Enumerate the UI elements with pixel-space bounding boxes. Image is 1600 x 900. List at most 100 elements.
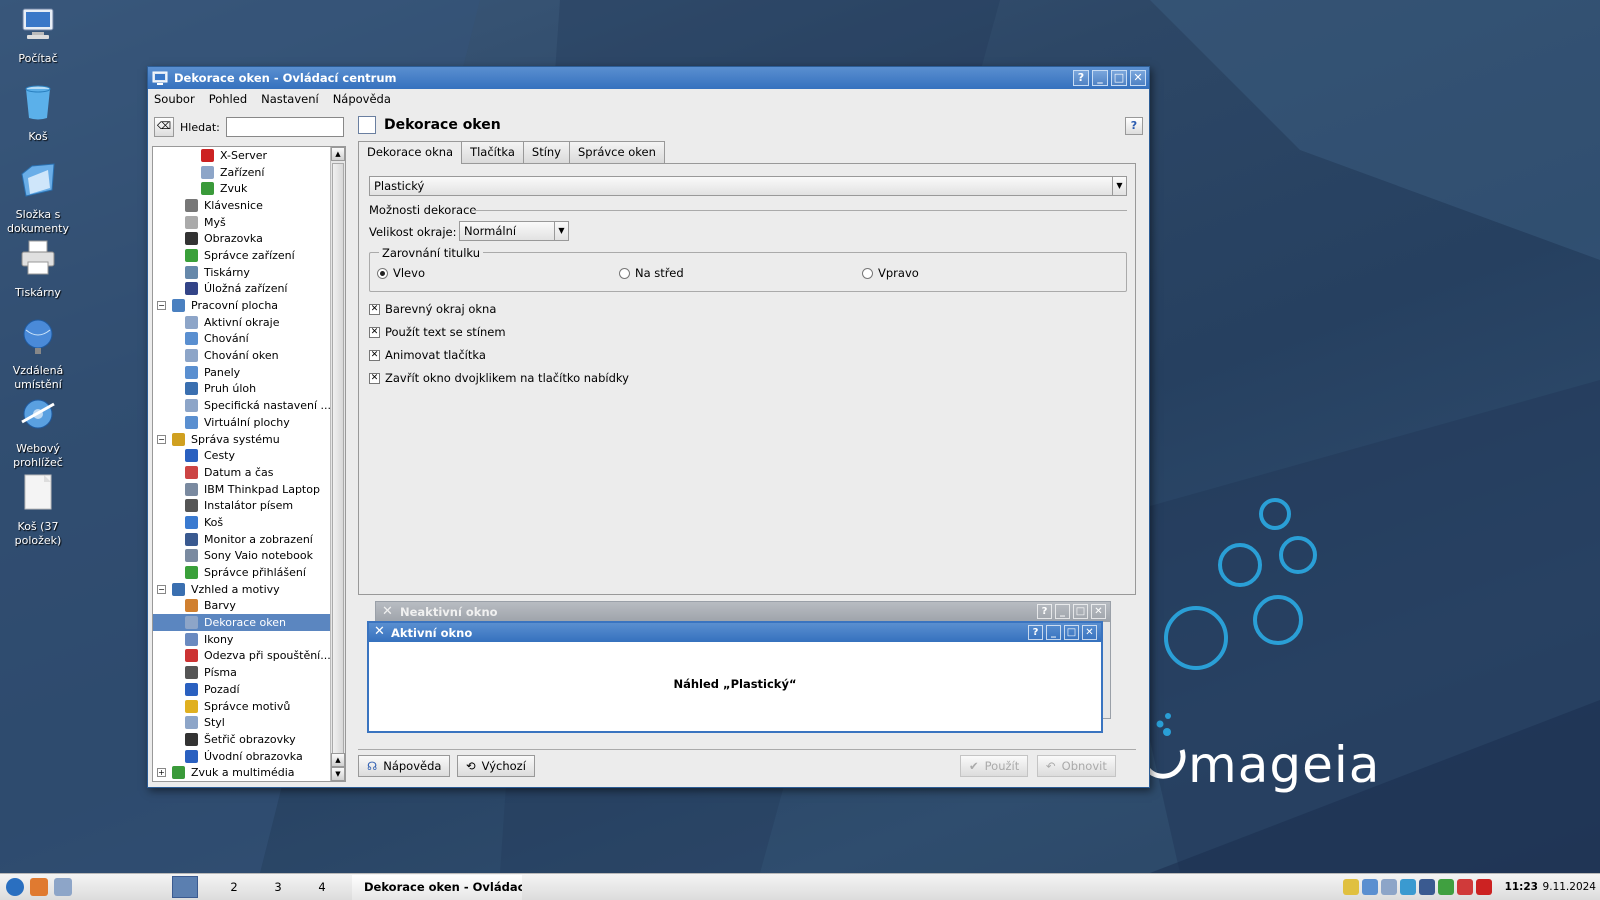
help-titlebar-button[interactable]: ? (1073, 70, 1089, 86)
tree-item[interactable]: Ikony (153, 631, 330, 648)
home-icon[interactable] (30, 878, 48, 896)
tree-item[interactable]: Chování oken (153, 347, 330, 364)
desktop-icon-remote[interactable]: Vzdálená umístění (0, 316, 76, 392)
desktop-3-pager[interactable]: 3 (256, 880, 300, 894)
tree-item[interactable]: − Vzhled a motivy (153, 581, 330, 598)
tab-window-manager[interactable]: Správce oken (569, 141, 665, 163)
tree-item[interactable]: Písma (153, 664, 330, 681)
desktop-icon-printers[interactable]: Tiskárny (0, 238, 76, 300)
close-on-doubleclick-checkbox[interactable]: ✕ Zavřít okno dvojklikem na tlačítko nab… (369, 371, 629, 385)
desktop-icon-trash-full[interactable]: Koš (37 položek) (0, 472, 76, 548)
tree-item[interactable]: IBM Thinkpad Laptop (153, 481, 330, 498)
tree-item[interactable]: Odezva při spouštění... (153, 648, 331, 665)
align-left-radio[interactable]: Vlevo (377, 266, 425, 280)
tray-icon[interactable] (1419, 879, 1435, 895)
tree-item[interactable]: Styl (153, 714, 330, 731)
tree-item[interactable]: Klávesnice (153, 197, 330, 214)
desktop-icon-trash[interactable]: Koš (0, 82, 76, 144)
tab-window-decoration[interactable]: Dekorace okna (358, 141, 463, 164)
tree-item[interactable]: Specifická nastavení ... (153, 397, 331, 414)
menu-file[interactable]: Soubor (154, 92, 195, 106)
tray-icon[interactable] (1362, 879, 1378, 895)
desktop-icon-browser[interactable]: Webový prohlížeč (0, 394, 76, 470)
desktop-1-pager[interactable] (172, 876, 198, 898)
align-center-radio[interactable]: Na střed (619, 266, 684, 280)
tree-item[interactable]: Datum a čas (153, 464, 330, 481)
tray-icon[interactable] (1476, 879, 1492, 895)
tree-item[interactable]: Správce zařízení (153, 247, 330, 264)
tree-item[interactable]: Sony Vaio notebook (153, 548, 330, 565)
tree-item[interactable]: Úložná zařízení (153, 281, 330, 298)
align-right-radio[interactable]: Vpravo (862, 266, 919, 280)
tree-item[interactable]: − Správa systému (153, 431, 330, 448)
tree-item[interactable]: Pruh úloh (153, 381, 330, 398)
tree-item[interactable]: Zařízení (153, 164, 330, 181)
tree-item[interactable]: Správce motivů (153, 698, 330, 715)
tab-buttons[interactable]: Tlačítka (461, 141, 524, 163)
tree-item[interactable]: Správce přihlášení (153, 564, 330, 581)
tree-item[interactable]: Virtuální plochy (153, 414, 330, 431)
defaults-button[interactable]: ⟲ Výchozí (457, 755, 535, 777)
control-center-launcher-icon[interactable] (54, 878, 72, 896)
tree-item[interactable]: Cesty (153, 447, 330, 464)
tree-item[interactable]: Obrazovka (153, 230, 330, 247)
clock-date[interactable]: 9.11.2024 (1543, 881, 1596, 893)
desktop-2-pager[interactable]: 2 (212, 880, 256, 894)
help-icon[interactable]: ? (1125, 117, 1143, 135)
tree-item[interactable]: Dekorace oken (153, 614, 330, 631)
scroll-up-icon[interactable]: ▲ (331, 147, 345, 161)
colored-border-checkbox[interactable]: ✕ Barevný okraj okna (369, 302, 496, 316)
animate-buttons-checkbox[interactable]: ✕ Animovat tlačítka (369, 348, 486, 362)
desktop-icon-documents[interactable]: Složka s dokumenty (0, 160, 76, 236)
tree-item[interactable]: Šetřič obrazovky (153, 731, 330, 748)
minimize-button[interactable]: _ (1092, 70, 1108, 86)
start-menu-icon[interactable] (6, 878, 24, 896)
apply-button[interactable]: ✔ Použít (960, 755, 1029, 777)
tray-icon[interactable] (1400, 879, 1416, 895)
scroll-down-icon[interactable]: ▲ (331, 753, 345, 767)
tray-icon[interactable] (1438, 879, 1454, 895)
tree-item[interactable]: Monitor a zobrazení (153, 531, 330, 548)
decoration-style-select[interactable]: Plastický ▼ (369, 176, 1127, 196)
tree-item[interactable]: X-Server (153, 147, 330, 164)
maximize-button[interactable]: □ (1111, 70, 1127, 86)
tree-expander-icon[interactable]: − (157, 584, 166, 594)
tree-item[interactable]: Zvuk (153, 180, 330, 197)
tree-expander-icon[interactable]: − (157, 301, 166, 311)
shadowed-text-checkbox[interactable]: ✕ Použít text se stínem (369, 325, 506, 339)
tree-item[interactable]: Úvodní obrazovka (153, 748, 330, 765)
taskbar-task-control-center[interactable]: Dekorace oken - Ovládací (352, 874, 522, 900)
module-tree[interactable]: X-Server Zařízení Zvuk Klávesnice Myš Obrazov… (152, 146, 346, 782)
tray-icon[interactable] (1343, 879, 1359, 895)
tree-item[interactable]: Myš (153, 214, 330, 231)
help-button[interactable]: ☊ Nápověda (358, 755, 451, 777)
border-size-select[interactable]: Normální ▼ (459, 221, 569, 241)
tree-item[interactable]: Instalátor písem (153, 497, 330, 514)
close-button[interactable]: ✕ (1130, 70, 1146, 86)
desktop-4-pager[interactable]: 4 (300, 880, 344, 894)
menu-view[interactable]: Pohled (209, 92, 247, 106)
tree-item[interactable]: Chování (153, 331, 330, 348)
tree-item[interactable]: Pozadí (153, 681, 330, 698)
tree-item[interactable]: Tiskárny (153, 264, 330, 281)
tray-icon[interactable] (1381, 879, 1397, 895)
tab-shadows[interactable]: Stíny (522, 141, 570, 163)
tree-item[interactable]: Koš (153, 514, 330, 531)
control-center-window[interactable]: Dekorace oken - Ovládací centrum ? _ □ ✕… (147, 66, 1150, 788)
clock-time[interactable]: 11:23 (1505, 881, 1538, 893)
scrollbar-thumb[interactable] (332, 163, 344, 763)
clear-search-icon[interactable]: ⌫ (154, 117, 174, 137)
tree-expander-icon[interactable]: + (157, 768, 166, 778)
tree-expander-icon[interactable]: − (157, 434, 166, 444)
tray-icon[interactable] (1457, 879, 1473, 895)
tree-item[interactable]: Aktivní okraje (153, 314, 330, 331)
tree-scrollbar[interactable]: ▲ ▲ ▼ (330, 147, 345, 781)
tree-item[interactable]: + Zvuk a multimédia (153, 764, 330, 781)
tree-item[interactable]: Barvy (153, 598, 330, 615)
search-input[interactable] (225, 117, 344, 137)
menu-settings[interactable]: Nastavení (261, 92, 319, 106)
menu-help[interactable]: Nápověda (333, 92, 391, 106)
reset-button[interactable]: ↶ Obnovit (1037, 755, 1116, 777)
scroll-down-icon[interactable]: ▼ (331, 767, 345, 781)
tree-item[interactable]: − Pracovní plocha (153, 297, 330, 314)
